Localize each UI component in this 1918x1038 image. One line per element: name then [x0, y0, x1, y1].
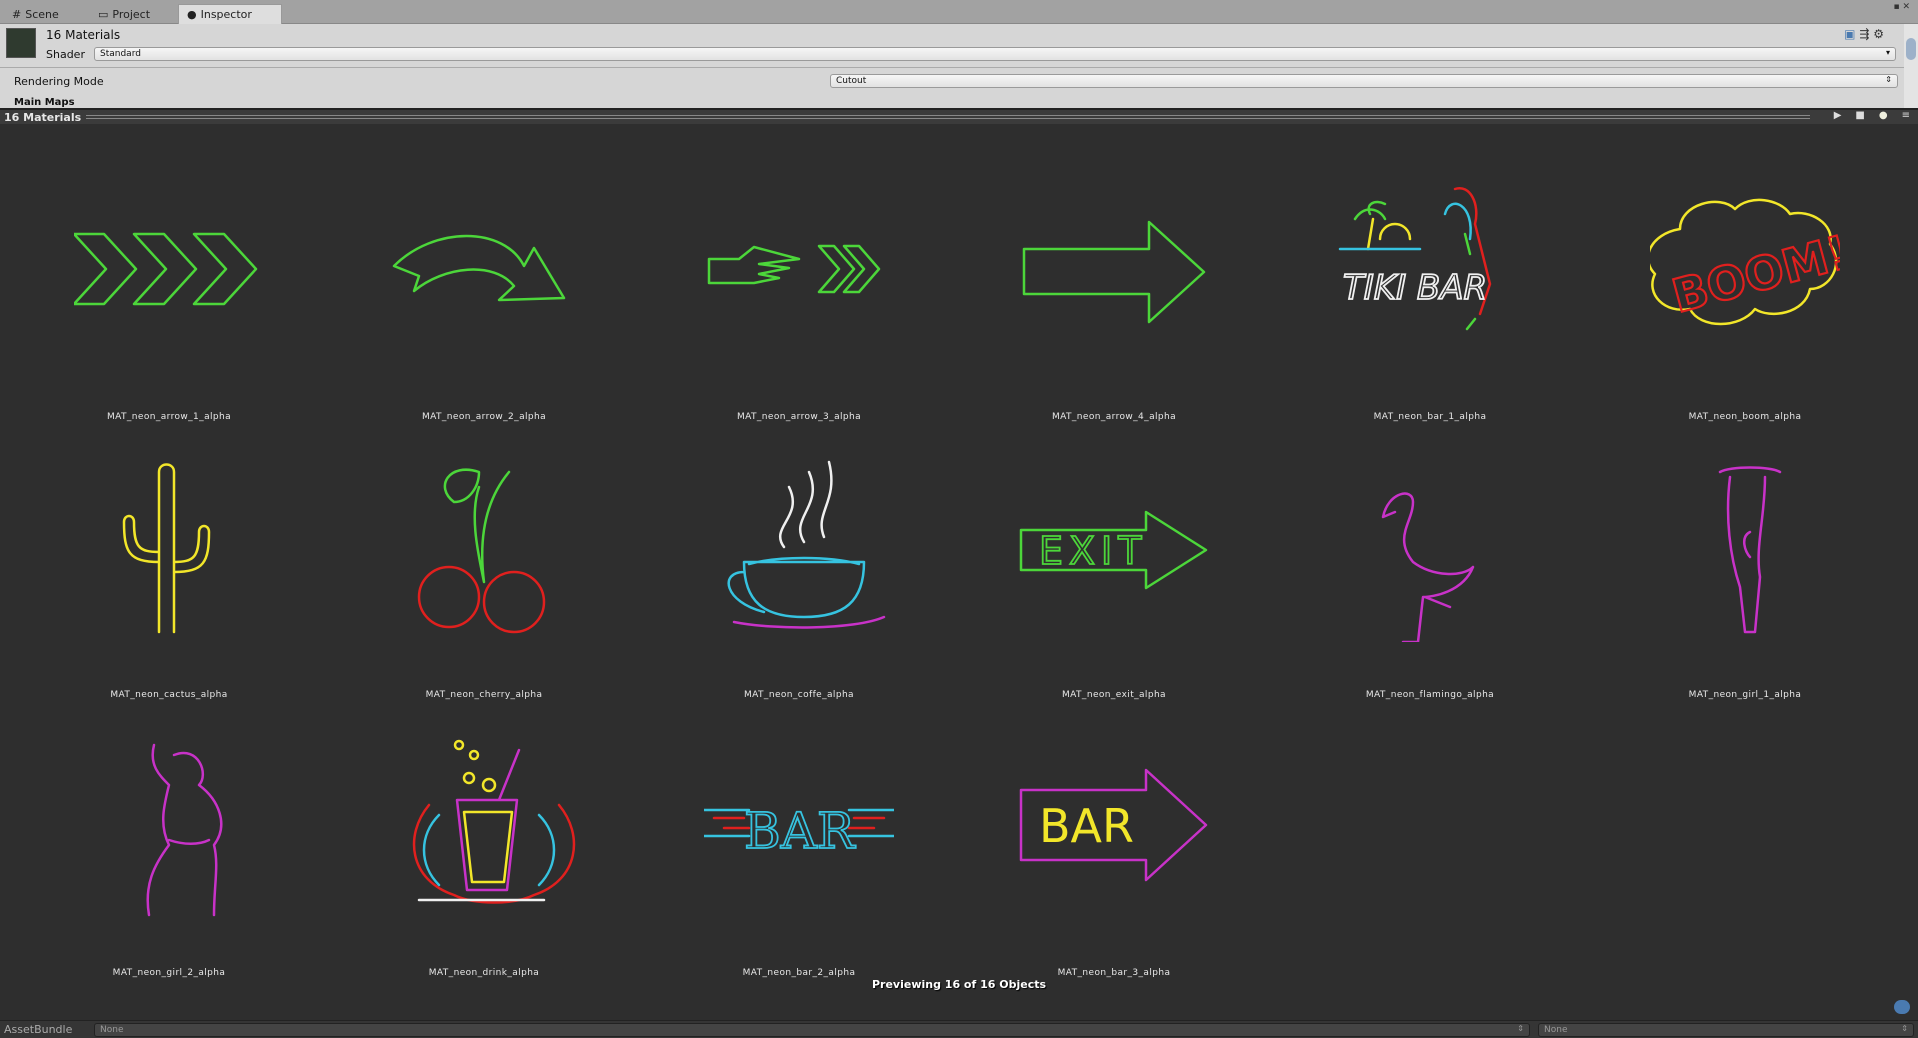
material-item[interactable]: BOOM! MAT_neon_boom_alpha	[1595, 134, 1895, 422]
window-controls[interactable]: ▪ ✕	[1893, 2, 1910, 12]
lighting-icon[interactable]: ●	[1879, 110, 1888, 121]
material-item[interactable]: MAT_neon_arrow_3_alpha	[649, 134, 949, 422]
help-book-icon[interactable]: ▣	[1844, 27, 1855, 41]
inspector-scrollbar[interactable]	[1904, 24, 1918, 108]
material-item[interactable]: BAR MAT_neon_bar_2_alpha	[649, 690, 949, 978]
svg-text:BAR: BAR	[744, 802, 856, 860]
inspector-panel: 16 Materials Shader Standard ▾ ▣ ⇶ ⚙ Rend…	[0, 24, 1904, 108]
material-preview-grid: MAT_neon_arrow_1_alpha MAT_neon_arrow_2_…	[0, 124, 1918, 1000]
rendering-mode-label: Rendering Mode	[14, 75, 104, 88]
tab-scene[interactable]: # Scene	[4, 4, 67, 24]
chevron-down-icon: ▾	[1885, 48, 1890, 57]
info-icon: ●	[187, 8, 197, 21]
bar-sign-winged: BAR	[704, 801, 894, 861]
maximize-icon[interactable]: ▪	[1893, 2, 1899, 12]
material-item[interactable]: MAT_neon_arrow_1_alpha	[19, 134, 319, 422]
svg-text:BAR: BAR	[1039, 799, 1134, 853]
tab-inspector[interactable]: ● Inspector	[178, 4, 282, 24]
asset-bundle-variant-dropdown[interactable]: None ⇕	[1538, 1023, 1914, 1037]
play-icon[interactable]: ▶	[1834, 110, 1842, 121]
cactus-icon	[122, 463, 211, 634]
material-item[interactable]: BAR MAT_neon_bar_3_alpha	[964, 690, 1264, 978]
cherry-icon	[417, 468, 546, 634]
curved-arrow-icon	[392, 234, 566, 302]
folder-icon: ▭	[98, 7, 109, 21]
close-icon[interactable]: ✕	[1902, 2, 1910, 12]
divider	[0, 67, 1904, 68]
main-maps-heading: Main Maps	[14, 97, 75, 108]
gear-icon[interactable]: ⚙	[1873, 27, 1884, 41]
stop-icon[interactable]: ■	[1855, 110, 1864, 121]
material-item[interactable]: MAT_neon_flamingo_alpha	[1280, 412, 1580, 700]
hash-icon: #	[12, 7, 22, 21]
material-item[interactable]: MAT_neon_arrow_2_alpha	[334, 134, 634, 422]
tab-bar: # Scene ▭ Project ● Inspector ▪ ✕	[0, 0, 1918, 24]
label-tag-icon[interactable]	[1894, 1000, 1910, 1014]
menu-icon[interactable]: ≡	[1902, 110, 1910, 121]
flamingo-icon	[1381, 492, 1475, 642]
pointing-hand-arrow-icon	[707, 244, 881, 294]
material-item[interactable]: MAT_neon_cactus_alpha	[19, 412, 319, 700]
svg-text:BOOM!: BOOM!	[1667, 225, 1840, 324]
arrow-chevrons-icon	[74, 232, 258, 306]
material-item[interactable]: TIKI BAR MAT_neon_bar_1_alpha	[1280, 134, 1580, 422]
asset-bundle-dropdown[interactable]: None ⇕	[94, 1023, 1530, 1037]
material-item[interactable]: MAT_neon_drink_alpha	[334, 690, 634, 978]
tab-project[interactable]: ▭ Project	[90, 4, 158, 24]
exit-sign: EXIT	[1019, 510, 1208, 590]
preview-count: Previewing 16 of 16 Objects	[871, 978, 1047, 991]
girl-legs-icon	[1718, 466, 1782, 634]
shader-label: Shader	[46, 48, 85, 61]
material-item[interactable]: MAT_neon_girl_2_alpha	[19, 690, 319, 978]
material-item[interactable]: EXIT MAT_neon_exit_alpha	[964, 412, 1264, 700]
preview-header[interactable]: 16 Materials ▶ ■ ● ≡	[0, 108, 1918, 124]
rendering-mode-dropdown[interactable]: Cutout ⇕	[830, 74, 1898, 88]
material-item[interactable]: MAT_neon_arrow_4_alpha	[964, 134, 1264, 422]
preset-icon[interactable]: ⇶	[1859, 27, 1869, 41]
svg-text:TIKI BAR: TIKI BAR	[1343, 268, 1487, 308]
resize-handle[interactable]	[86, 115, 1810, 119]
material-item[interactable]: MAT_neon_girl_1_alpha	[1595, 412, 1895, 700]
material-item[interactable]: MAT_neon_cherry_alpha	[334, 412, 634, 700]
inspector-title: 16 Materials	[46, 28, 121, 42]
svg-text:EXIT: EXIT	[1039, 529, 1147, 573]
boom-sign: BOOM!	[1650, 198, 1840, 326]
asset-bundle-label: AssetBundle	[4, 1023, 73, 1036]
girl-silhouette-icon	[146, 743, 223, 917]
tiki-bar-sign: TIKI BAR	[1338, 187, 1492, 331]
material-thumbnail	[6, 28, 36, 58]
chevron-updown-icon: ⇕	[1517, 1024, 1524, 1033]
drink-glass-icon	[412, 739, 576, 904]
chevron-updown-icon: ⇕	[1901, 1024, 1908, 1033]
straight-arrow-icon	[1022, 220, 1206, 324]
asset-bundle-bar: AssetBundle None ⇕ None ⇕	[0, 1020, 1918, 1038]
bar-arrow-sign: BAR	[1019, 768, 1208, 882]
chevron-updown-icon: ⇕	[1885, 75, 1892, 84]
coffee-cup-icon	[727, 460, 886, 629]
shader-dropdown[interactable]: Standard ▾	[94, 47, 1896, 61]
material-item[interactable]: MAT_neon_coffe_alpha	[649, 412, 949, 700]
